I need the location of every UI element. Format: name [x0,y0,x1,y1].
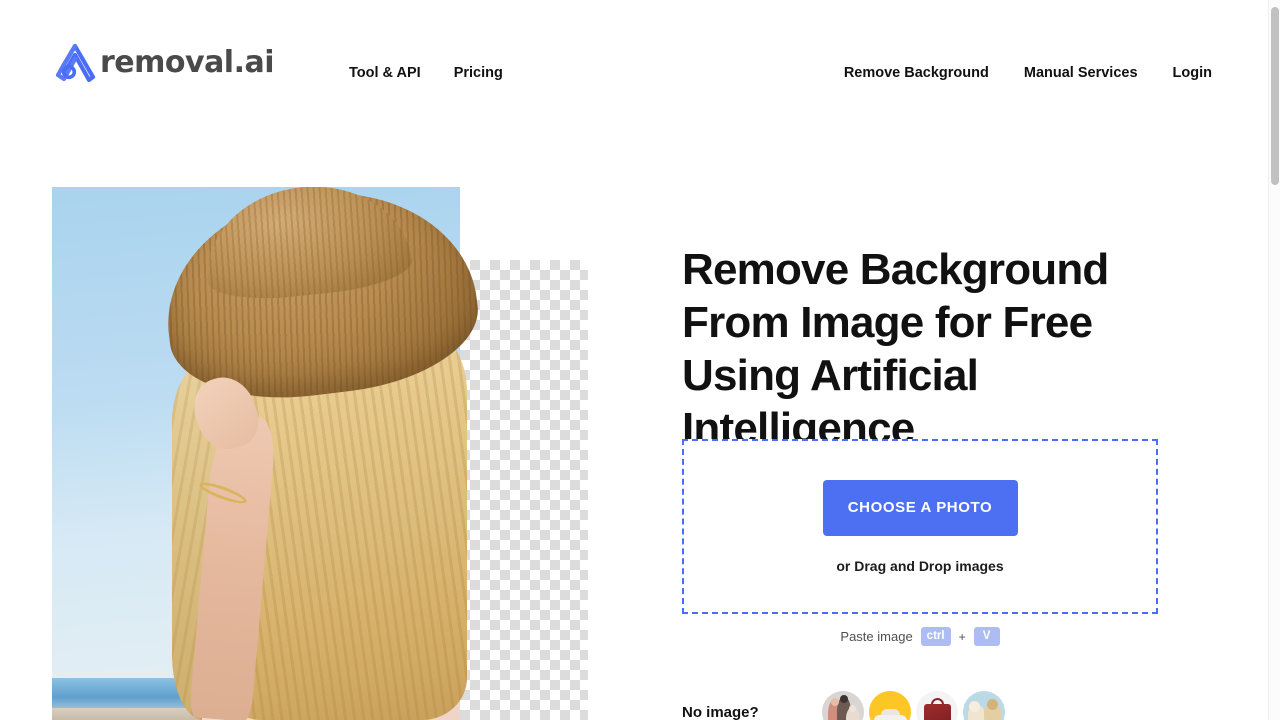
brand-name: removal.ai [100,45,275,80]
thumb-shape [830,698,839,706]
drag-and-drop-hint: or Drag and Drop images [836,557,1004,574]
page-root: removal.ai Tool & API Pricing Remove Bac… [0,0,1280,720]
sample-images-row: No image? [682,691,1005,720]
no-image-label: No image? [682,703,759,720]
primary-nav-left: Tool & API Pricing [349,63,503,83]
sample-red-bag-thumbnail[interactable] [915,691,958,720]
sample-dogs-thumbnail[interactable] [962,691,1005,720]
kbd-v: V [973,627,1000,646]
brand-logo-link[interactable]: removal.ai [52,41,275,85]
hero-content: Remove Background From Image for Free Us… [682,243,1162,455]
nav-item-login[interactable]: Login [1173,63,1212,83]
nav-item-manual-services[interactable]: Manual Services [1024,63,1138,83]
paste-image-label: Paste image [840,629,913,644]
thumb-shape [968,701,980,712]
sample-thumbnail-list [821,691,1005,720]
page-scrollbar-track[interactable] [1268,0,1280,720]
removal-ai-triangle-logo-icon [55,43,96,83]
sample-white-car-thumbnail[interactable] [868,691,911,720]
sample-family-photo-thumbnail[interactable] [821,691,864,720]
page-scrollbar-thumb[interactable] [1271,7,1279,185]
thumb-shape [873,715,907,720]
thumb-shape [923,704,951,720]
kbd-ctrl: ctrl [920,627,951,646]
nav-item-tool-api[interactable]: Tool & API [349,63,421,83]
upload-dropzone[interactable]: CHOOSE A PHOTO or Drag and Drop images [682,439,1158,614]
paste-image-hint: Paste image ctrl + V [682,627,1158,646]
hero-preview-image [52,187,588,720]
nav-item-remove-background[interactable]: Remove Background [844,63,989,83]
kbd-separator: + [958,629,966,644]
transparency-checkerboard [460,260,588,720]
thumb-shape [848,705,856,712]
site-header: removal.ai Tool & API Pricing Remove Bac… [0,0,1268,128]
thumb-shape [839,695,848,703]
thumb-shape [986,699,998,710]
choose-a-photo-button[interactable]: CHOOSE A PHOTO [822,479,1018,536]
primary-nav-right: Remove Background Manual Services Login [844,63,1212,83]
nav-item-pricing[interactable]: Pricing [454,63,503,83]
page-title: Remove Background From Image for Free Us… [682,245,1109,453]
